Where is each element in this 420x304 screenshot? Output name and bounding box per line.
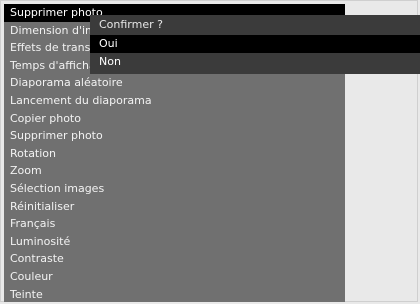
menu-item-langue[interactable]: Français xyxy=(4,215,345,233)
menu-item-selection-images[interactable]: Sélection images xyxy=(4,180,345,198)
confirm-option-oui[interactable]: Oui xyxy=(90,35,420,53)
menu-item-contraste[interactable]: Contraste xyxy=(4,250,345,268)
confirm-option-non[interactable]: Non xyxy=(90,53,420,71)
menu-item-rotation[interactable]: Rotation xyxy=(4,145,345,163)
menu-item-copier-photo[interactable]: Copier photo xyxy=(4,110,345,128)
confirm-dialog-title: Confirmer ? xyxy=(99,18,163,31)
menu-item-supprimer-photo[interactable]: Supprimer photo xyxy=(4,127,345,145)
menu-item-reinitialiser[interactable]: Réinitialiser xyxy=(4,198,345,216)
menu-item-diaporama-aleatoire[interactable]: Diaporama aléatoire xyxy=(4,74,345,92)
menu-item-couleur[interactable]: Couleur xyxy=(4,268,345,286)
menu-item-teinte[interactable]: Teinte xyxy=(4,286,345,303)
confirm-dialog: Confirmer ? Oui Non xyxy=(90,15,420,74)
menu-item-lancement-diaporama[interactable]: Lancement du diaporama xyxy=(4,92,345,110)
menu-item-luminosite[interactable]: Luminosité xyxy=(4,233,345,251)
screen-frame: Supprimer photo Dimension d'image Effets… xyxy=(0,0,420,303)
menu-item-zoom[interactable]: Zoom xyxy=(4,162,345,180)
